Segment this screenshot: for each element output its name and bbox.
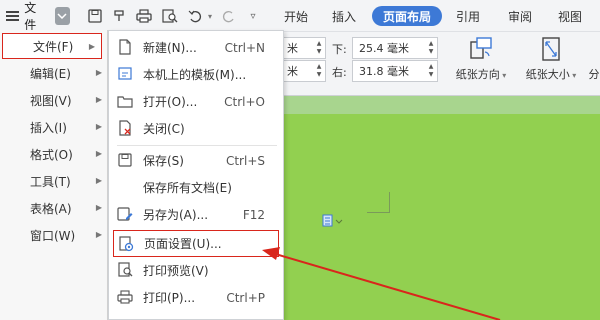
menu-item-view[interactable]: 视图(V) ▶	[0, 87, 108, 113]
menu-divider	[117, 145, 277, 146]
file-menu-label: 文件	[24, 1, 37, 32]
tab-references[interactable]: 引用	[448, 6, 488, 26]
menu-item-table[interactable]: 表格(A) ▶	[0, 195, 108, 221]
spinner-arrows-icon[interactable]: ▲ ▼	[427, 40, 435, 56]
chevron-right-icon: ▶	[95, 203, 102, 212]
print-preview-icon[interactable]	[160, 0, 180, 32]
hamburger-icon	[6, 11, 19, 21]
chevron-right-icon: ▶	[95, 149, 102, 158]
chevron-right-icon: ▶	[88, 42, 95, 51]
file-menu-button[interactable]: 文件	[2, 1, 71, 32]
margin-left-value: 米	[287, 65, 298, 78]
chevron-right-icon: ▶	[95, 95, 102, 104]
chevron-right-icon: ▶	[95, 122, 102, 131]
menu-item-label: 视图(V)	[30, 93, 72, 108]
menu-item-label: 插入(I)	[30, 120, 67, 135]
tab-home[interactable]: 开始	[276, 6, 316, 26]
paper-size-button[interactable]: 纸张大小 ▾	[520, 36, 582, 82]
submenu-item-save-all[interactable]: 保存所有文档(E)	[109, 174, 283, 201]
margin-top-spinner[interactable]: 米 ▲ ▼	[280, 37, 326, 59]
save-icon	[117, 152, 133, 168]
print-icon[interactable]	[134, 0, 154, 32]
margin-right-spinner[interactable]: 31.8 毫米 ▲ ▼	[352, 60, 438, 82]
paragraph-layout-icon[interactable]	[322, 214, 344, 228]
submenu-item-open[interactable]: 打开(O)... Ctrl+O	[109, 88, 283, 115]
menu-item-label: 窗口(W)	[30, 228, 76, 243]
submenu-item-print-preview[interactable]: 打印预览(V)	[109, 257, 283, 284]
margin-bottom-value: 25.4 毫米	[359, 42, 409, 55]
spinner-arrows-icon[interactable]: ▲ ▼	[315, 63, 323, 79]
margin-bottom-label: 下:	[332, 43, 347, 56]
menu-item-tools[interactable]: 工具(T) ▶	[0, 168, 108, 194]
template-icon	[117, 66, 133, 82]
print-preview-icon	[117, 262, 133, 278]
submenu-item-save-as[interactable]: 另存为(A)... F12	[109, 201, 283, 228]
tab-review[interactable]: 审阅	[500, 6, 540, 26]
menu-item-label: 工具(T)	[30, 174, 71, 189]
page-setup-icon	[118, 236, 134, 252]
spinner-arrows-icon[interactable]: ▲ ▼	[315, 40, 323, 56]
customize-toolbar-icon[interactable]: ▿	[245, 0, 261, 32]
submenu-item-close[interactable]: 关闭(C)	[109, 115, 283, 142]
submenu-item-new[interactable]: 新建(N)... Ctrl+N	[109, 34, 283, 61]
margin-corner-mark	[367, 192, 390, 213]
tab-view[interactable]: 视图	[550, 6, 590, 26]
redo-icon[interactable]	[220, 0, 238, 32]
chevron-right-icon: ▶	[95, 176, 102, 185]
columns-button[interactable]: 分	[588, 36, 600, 82]
paper-size-label: 纸张大小	[525, 68, 570, 81]
columns-label: 分	[588, 68, 600, 81]
spinner-arrows-icon[interactable]: ▲ ▼	[427, 63, 435, 79]
undo-icon[interactable]	[186, 0, 204, 32]
menu-item-format[interactable]: 格式(O) ▶	[0, 141, 108, 167]
submenu-item-templates[interactable]: 本机上的模板(M)...	[109, 61, 283, 88]
tab-insert[interactable]: 插入	[324, 6, 364, 26]
save-as-icon	[117, 206, 133, 222]
folder-icon	[117, 93, 133, 109]
chevron-right-icon: ▶	[95, 230, 102, 239]
close-doc-icon	[117, 120, 133, 136]
margin-bottom-spinner[interactable]: 25.4 毫米 ▲ ▼	[352, 37, 438, 59]
margin-right-label: 右:	[332, 66, 347, 79]
margin-right-value: 31.8 毫米	[359, 65, 409, 78]
orientation-icon	[470, 37, 492, 59]
top-menu-bar: 文件 ▾ ▿ 开始 插入 页面布局 引用 审阅 视图	[0, 0, 600, 32]
tab-page-layout[interactable]: 页面布局	[372, 6, 442, 26]
print-icon	[117, 289, 133, 305]
menu-item-insert[interactable]: 插入(I) ▶	[0, 114, 108, 140]
menu-item-label: 编辑(E)	[30, 66, 71, 81]
margin-top-value: 米	[287, 42, 298, 55]
menu-item-file[interactable]: 文件(F) ▶	[2, 33, 102, 59]
undo-dropdown-icon[interactable]: ▾	[205, 0, 215, 32]
main-menu: 文件(F) ▶ 编辑(E) ▶ 视图(V) ▶ 插入(I) ▶ 格式(O) ▶ …	[0, 30, 108, 320]
chevron-down-icon[interactable]	[54, 7, 71, 25]
menu-item-label: 表格(A)	[30, 201, 72, 216]
menu-item-label: 文件(F)	[33, 39, 74, 54]
paper-orientation-button[interactable]: 纸张方向 ▾	[450, 36, 512, 82]
paper-size-icon	[542, 37, 560, 61]
chevron-right-icon: ▶	[95, 68, 102, 77]
menu-item-edit[interactable]: 编辑(E) ▶	[0, 60, 108, 86]
format-painter-icon[interactable]	[110, 0, 128, 32]
margin-left-spinner[interactable]: 米 ▲ ▼	[280, 60, 326, 82]
menu-item-label: 格式(O)	[30, 147, 73, 162]
submenu-item-print[interactable]: 打印(P)... Ctrl+P	[109, 284, 283, 311]
submenu-item-page-setup[interactable]: 页面设置(U)...	[113, 230, 279, 257]
menu-item-window[interactable]: 窗口(W) ▶	[0, 222, 108, 248]
new-doc-icon	[117, 39, 133, 55]
submenu-item-save[interactable]: 保存(S) Ctrl+S	[109, 147, 283, 174]
save-icon[interactable]	[86, 0, 104, 32]
orientation-label: 纸张方向	[455, 68, 500, 81]
file-submenu: 新建(N)... Ctrl+N 本机上的模板(M)... 打开(O)... Ct…	[108, 30, 284, 320]
